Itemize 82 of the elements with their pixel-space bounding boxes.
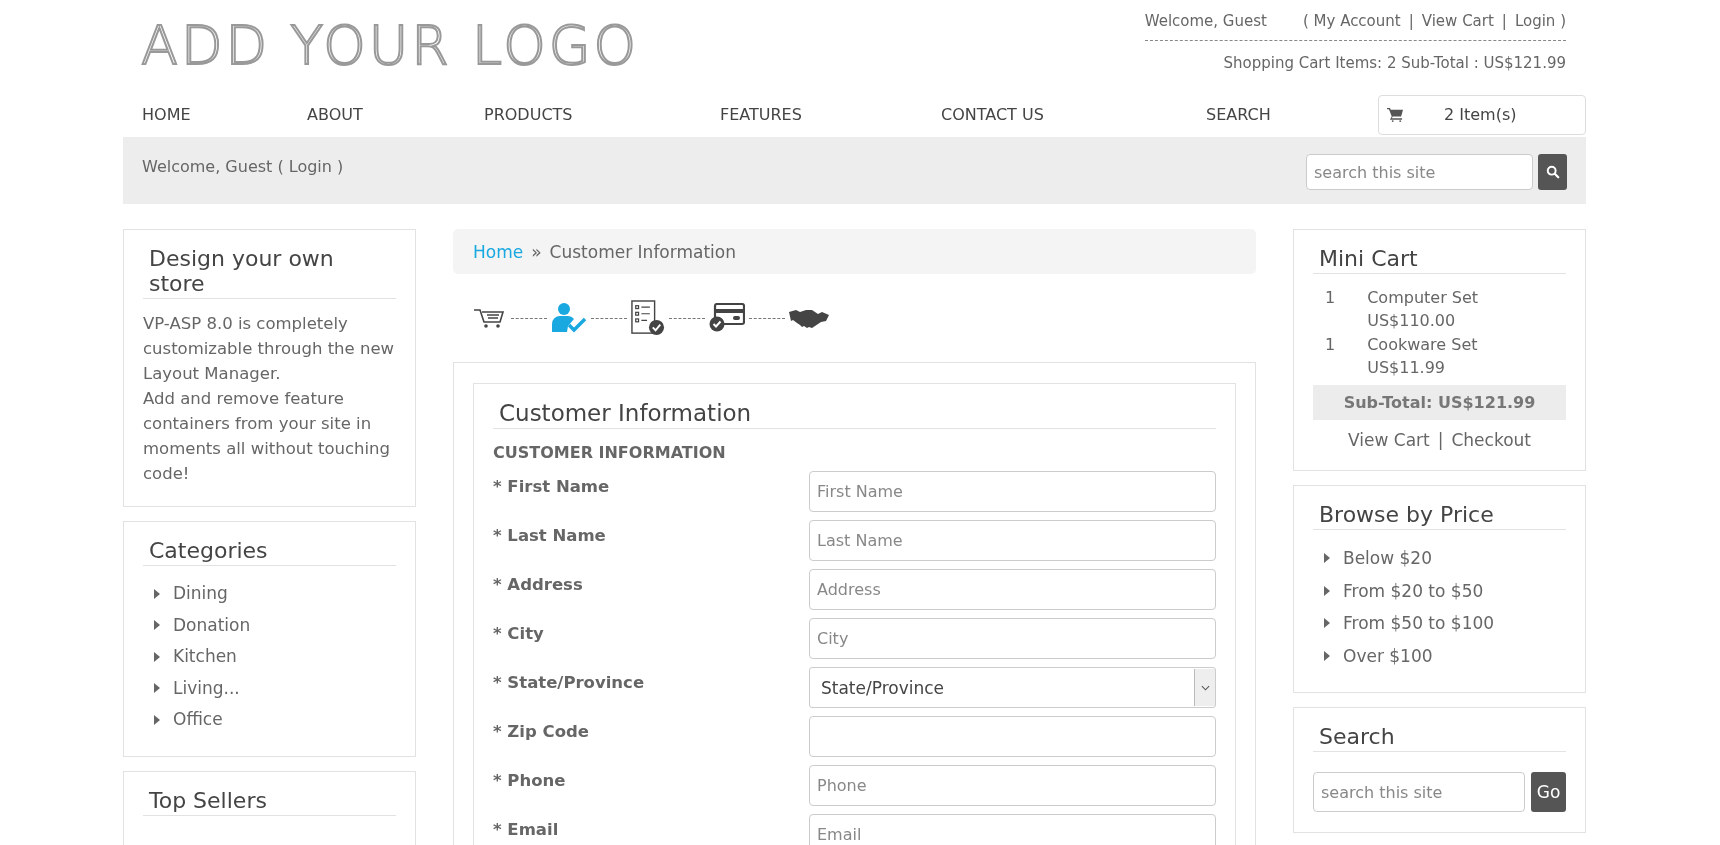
user-check-icon xyxy=(551,302,587,334)
item-quantity: 1 xyxy=(1325,334,1336,356)
input-field[interactable]: Phone xyxy=(809,765,1216,806)
field-label: * State/Province xyxy=(493,672,646,692)
search-field[interactable]: search this site xyxy=(1306,154,1533,190)
panel-title: Design your own store xyxy=(143,246,396,299)
nav-link[interactable]: ABOUT xyxy=(307,105,484,124)
breadcrumb-separator: » xyxy=(531,241,542,262)
price-range-link[interactable]: From $50 to $100 xyxy=(1343,607,1495,640)
caret-icon xyxy=(154,683,160,694)
field-label: * City xyxy=(493,623,545,643)
breadcrumb-current: Customer Information xyxy=(549,241,736,262)
account-link[interactable]: View Cart xyxy=(1421,12,1494,30)
nav-link[interactable]: FEATURES xyxy=(720,105,941,124)
field-label: * Email xyxy=(493,819,560,839)
cart-button[interactable]: 2 Item(s) xyxy=(1378,94,1586,135)
caret-icon xyxy=(1324,618,1330,629)
welcome-login-text: Welcome, Guest ( Login ) xyxy=(142,157,344,176)
cart-icon xyxy=(1387,107,1404,122)
product-link[interactable]: Computer Set xyxy=(1367,286,1479,309)
panel-title: Top Sellers xyxy=(143,787,396,816)
category-link[interactable]: Living... xyxy=(173,672,240,704)
panel-title: Mini Cart xyxy=(1313,246,1566,274)
checklist-icon xyxy=(631,300,665,336)
price-range-link[interactable]: Over $100 xyxy=(1343,639,1433,672)
go-button[interactable]: Go xyxy=(1531,772,1566,812)
item-price: US$110.00 xyxy=(1367,310,1457,332)
cart-link[interactable]: Checkout xyxy=(1451,430,1531,450)
category-link[interactable]: Kitchen xyxy=(173,641,237,673)
nav-link[interactable]: SEARCH xyxy=(1206,105,1377,124)
input-field[interactable]: Email xyxy=(809,814,1216,845)
caret-icon xyxy=(154,588,160,599)
cart-icon xyxy=(473,306,507,330)
welcome-text: Welcome, Guest xyxy=(1144,12,1267,30)
nav-link[interactable]: HOME xyxy=(142,105,307,124)
field-label: * Last Name xyxy=(493,525,607,545)
item-price: US$11.99 xyxy=(1367,357,1447,379)
field-label: * Zip Code xyxy=(493,721,590,741)
subtotal-bar: Sub-Total: US$121.99 xyxy=(1313,385,1566,420)
state-dropdown[interactable]: State/Province xyxy=(809,667,1216,708)
input-field[interactable] xyxy=(809,716,1216,757)
nav-link[interactable]: PRODUCTS xyxy=(484,105,720,124)
handshake-icon xyxy=(789,308,829,328)
input-field[interactable]: Last Name xyxy=(809,520,1216,561)
price-range-link[interactable]: From $20 to $50 xyxy=(1343,574,1484,607)
field-label: * Phone xyxy=(493,770,567,790)
nav-link[interactable]: CONTACT US xyxy=(941,105,1206,124)
caret-icon xyxy=(1324,553,1330,564)
category-link[interactable]: Dining xyxy=(173,578,228,610)
credit-card-icon xyxy=(709,303,745,333)
link-separator: | xyxy=(1408,12,1414,30)
field-label: * Address xyxy=(493,574,584,594)
product-link[interactable]: Cookware Set xyxy=(1367,333,1478,356)
search-field[interactable]: search this site xyxy=(1313,772,1525,812)
panel-text: VP-ASP 8.0 is completely customizable through the new Layout Manager. Add and remove feature containers from your site in moments all without touching code! xyxy=(143,313,396,485)
cart-link[interactable]: View Cart xyxy=(1348,430,1430,450)
input-field[interactable]: First Name xyxy=(809,471,1216,512)
link-separator: | xyxy=(1501,12,1507,30)
cart-summary: Shopping Cart Items: 2 Sub-Total : US$121.99 xyxy=(1222,54,1566,72)
chevron-down-icon xyxy=(1200,684,1210,691)
price-range-link[interactable]: Below $20 xyxy=(1343,542,1432,575)
item-quantity: 1 xyxy=(1325,287,1336,309)
form-title: Customer Information xyxy=(493,400,1216,429)
panel-title: Browse by Price xyxy=(1313,502,1566,530)
panel-title: Search xyxy=(1313,724,1566,752)
input-field[interactable]: City xyxy=(809,618,1216,659)
category-link[interactable]: Donation xyxy=(173,609,251,641)
caret-icon xyxy=(154,620,160,631)
caret-icon xyxy=(154,651,160,662)
panel-title: Categories xyxy=(143,538,396,566)
search-icon xyxy=(1545,165,1560,179)
account-link[interactable]: Login ) xyxy=(1514,12,1566,30)
caret-icon xyxy=(154,714,160,725)
category-link[interactable]: Office xyxy=(173,704,223,736)
caret-icon xyxy=(1324,585,1330,596)
link-separator: | xyxy=(1437,430,1444,450)
section-heading: CUSTOMER INFORMATION xyxy=(493,443,727,462)
field-label: * First Name xyxy=(493,476,611,496)
account-link[interactable]: ( My Account xyxy=(1302,12,1401,30)
input-field[interactable]: Address xyxy=(809,569,1216,610)
caret-icon xyxy=(1324,650,1330,661)
search-button[interactable] xyxy=(1538,154,1567,190)
